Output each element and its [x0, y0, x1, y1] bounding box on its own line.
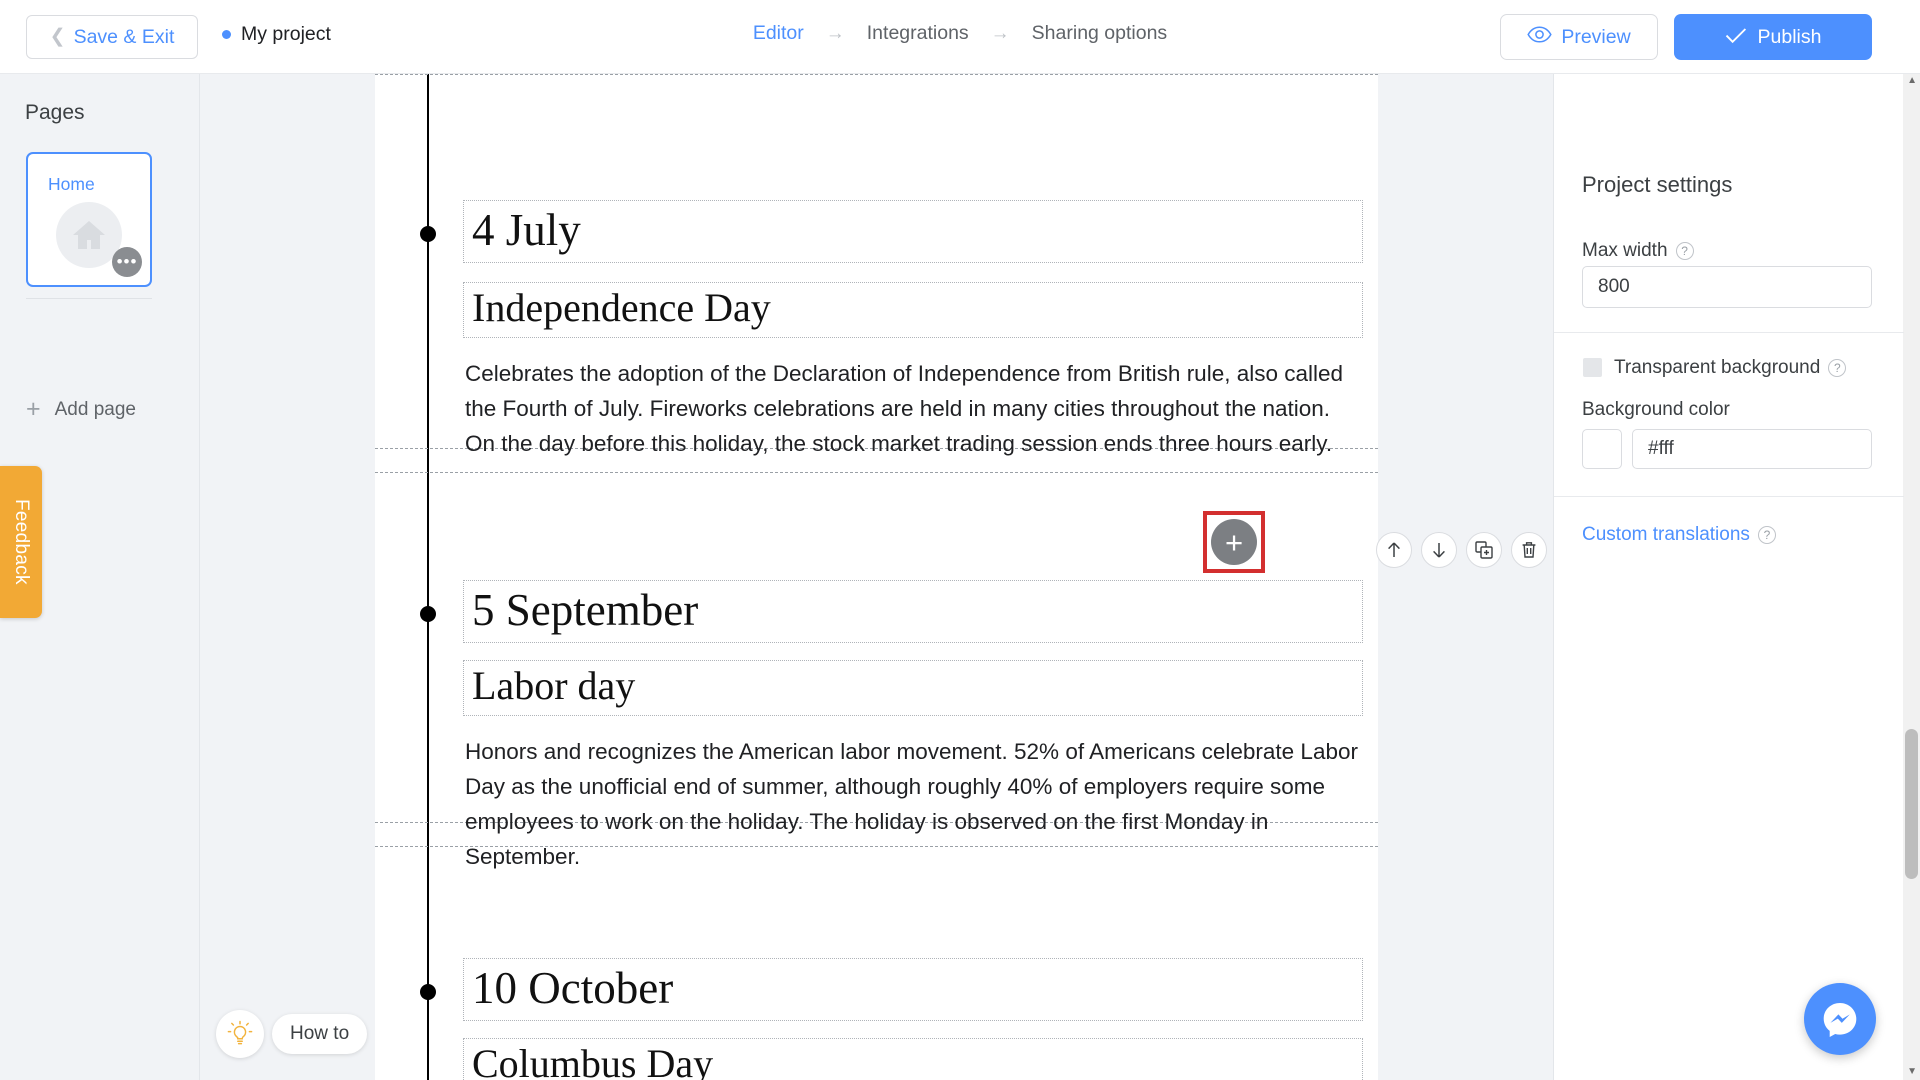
how-to-group: How to: [216, 1010, 368, 1058]
breadcrumb-arrow-icon: →: [825, 23, 845, 44]
block-date-heading[interactable]: 4 July: [463, 200, 1363, 264]
scrollbar-thumb[interactable]: [1905, 729, 1918, 879]
add-page-label: Add page: [54, 398, 136, 420]
project-name-label: My project: [241, 23, 331, 45]
breadcrumb-item-sharing-options[interactable]: Sharing options: [1032, 22, 1168, 45]
save-and-exit-label: Save & Exit: [73, 25, 175, 48]
scroll-up-arrow-icon[interactable]: ▲: [1907, 76, 1917, 86]
page-card-more-button[interactable]: •••: [112, 247, 142, 277]
panel-divider: [1554, 332, 1904, 333]
max-width-label-text: Max width: [1582, 240, 1668, 261]
project-name-group: My project: [222, 23, 331, 46]
help-icon[interactable]: ?: [1757, 526, 1776, 544]
block-separator: [375, 472, 1378, 473]
move-block-up-button[interactable]: [1376, 532, 1412, 568]
move-block-down-button[interactable]: [1421, 532, 1457, 568]
page-scrollbar[interactable]: ▲ ▼: [1903, 74, 1920, 1080]
project-settings-panel: Project settings Max width ? Transparent…: [1553, 74, 1904, 1080]
messenger-icon: [1823, 1003, 1857, 1037]
delete-block-button[interactable]: [1511, 532, 1547, 568]
preview-button[interactable]: Preview: [1500, 14, 1658, 60]
top-bar: ❮ Save & Exit My project Editor → Integr…: [0, 0, 1920, 74]
chevron-left-icon: ❮: [49, 25, 66, 47]
page-card-home[interactable]: Home •••: [26, 152, 152, 287]
background-color-swatch[interactable]: [1582, 429, 1622, 469]
editor-canvas: 4 July Independence Day Celebrates the a…: [200, 74, 1553, 1080]
how-to-button[interactable]: How to: [272, 1014, 368, 1054]
timeline-bullet: [420, 226, 436, 242]
block-title-heading[interactable]: Labor day: [463, 660, 1363, 716]
help-icon[interactable]: ?: [1828, 359, 1847, 377]
custom-translations-link[interactable]: Custom translations ?: [1582, 524, 1776, 546]
timeline-bullet: [420, 984, 436, 1000]
add-block-button[interactable]: +: [1211, 519, 1257, 565]
transparent-background-label: Transparent background ?: [1614, 357, 1847, 379]
block-date-heading[interactable]: 5 September: [463, 580, 1363, 644]
block-toolbar: [1376, 532, 1547, 568]
feedback-tab-button[interactable]: Feedback: [0, 466, 42, 618]
duplicate-block-button[interactable]: [1466, 532, 1502, 568]
lightbulb-icon[interactable]: [216, 1010, 264, 1058]
publish-button[interactable]: Publish: [1674, 14, 1872, 60]
block-title-heading[interactable]: Columbus Day: [463, 1038, 1363, 1080]
status-dot-icon: [222, 30, 231, 39]
block-title-heading[interactable]: Independence Day: [463, 282, 1363, 338]
plus-circle-icon: +: [1224, 524, 1244, 560]
block-separator: [375, 74, 1378, 75]
panel-title: Project settings: [1582, 172, 1733, 197]
plus-icon: +: [26, 395, 41, 423]
custom-translations-label: Custom translations: [1582, 524, 1750, 545]
timeline-bullet: [420, 606, 436, 622]
messenger-chat-button[interactable]: [1804, 983, 1876, 1055]
block-body-text[interactable]: Celebrates the adoption of the Declarati…: [465, 357, 1365, 462]
publish-label: Publish: [1757, 25, 1822, 48]
help-icon[interactable]: ?: [1675, 242, 1694, 260]
pages-title: Pages: [25, 101, 85, 124]
add-page-button[interactable]: + Add page: [26, 397, 136, 422]
background-color-input[interactable]: [1632, 429, 1872, 469]
page-card-label: Home: [48, 174, 95, 194]
save-and-exit-button[interactable]: ❮ Save & Exit: [26, 15, 198, 59]
panel-divider: [1554, 496, 1904, 497]
background-color-label-text: Background color: [1582, 399, 1730, 420]
breadcrumb-item-editor[interactable]: Editor: [753, 22, 804, 45]
timeline-line: [427, 74, 429, 1080]
breadcrumb-arrow-icon: →: [990, 23, 1010, 44]
breadcrumb-item-integrations[interactable]: Integrations: [867, 22, 969, 45]
eye-icon: [1527, 26, 1552, 48]
transparent-background-checkbox[interactable]: [1583, 358, 1602, 377]
block-body-text[interactable]: Honors and recognizes the American labor…: [465, 735, 1365, 875]
feedback-label: Feedback: [11, 499, 32, 585]
background-color-label: Background color: [1582, 399, 1730, 421]
check-icon: [1725, 27, 1747, 48]
block-date-heading[interactable]: 10 October: [463, 958, 1363, 1022]
preview-label: Preview: [1561, 25, 1631, 48]
max-width-label: Max width ?: [1582, 240, 1694, 262]
scroll-down-arrow-icon[interactable]: ▼: [1907, 1067, 1917, 1077]
page-paper: 4 July Independence Day Celebrates the a…: [375, 74, 1547, 1080]
breadcrumb: Editor → Integrations → Sharing options: [753, 22, 1167, 45]
transparent-background-label-text: Transparent background: [1614, 357, 1821, 378]
max-width-input[interactable]: [1582, 266, 1872, 308]
pages-divider: [26, 298, 152, 299]
app-root: ❮ Save & Exit My project Editor → Integr…: [0, 0, 1920, 1080]
